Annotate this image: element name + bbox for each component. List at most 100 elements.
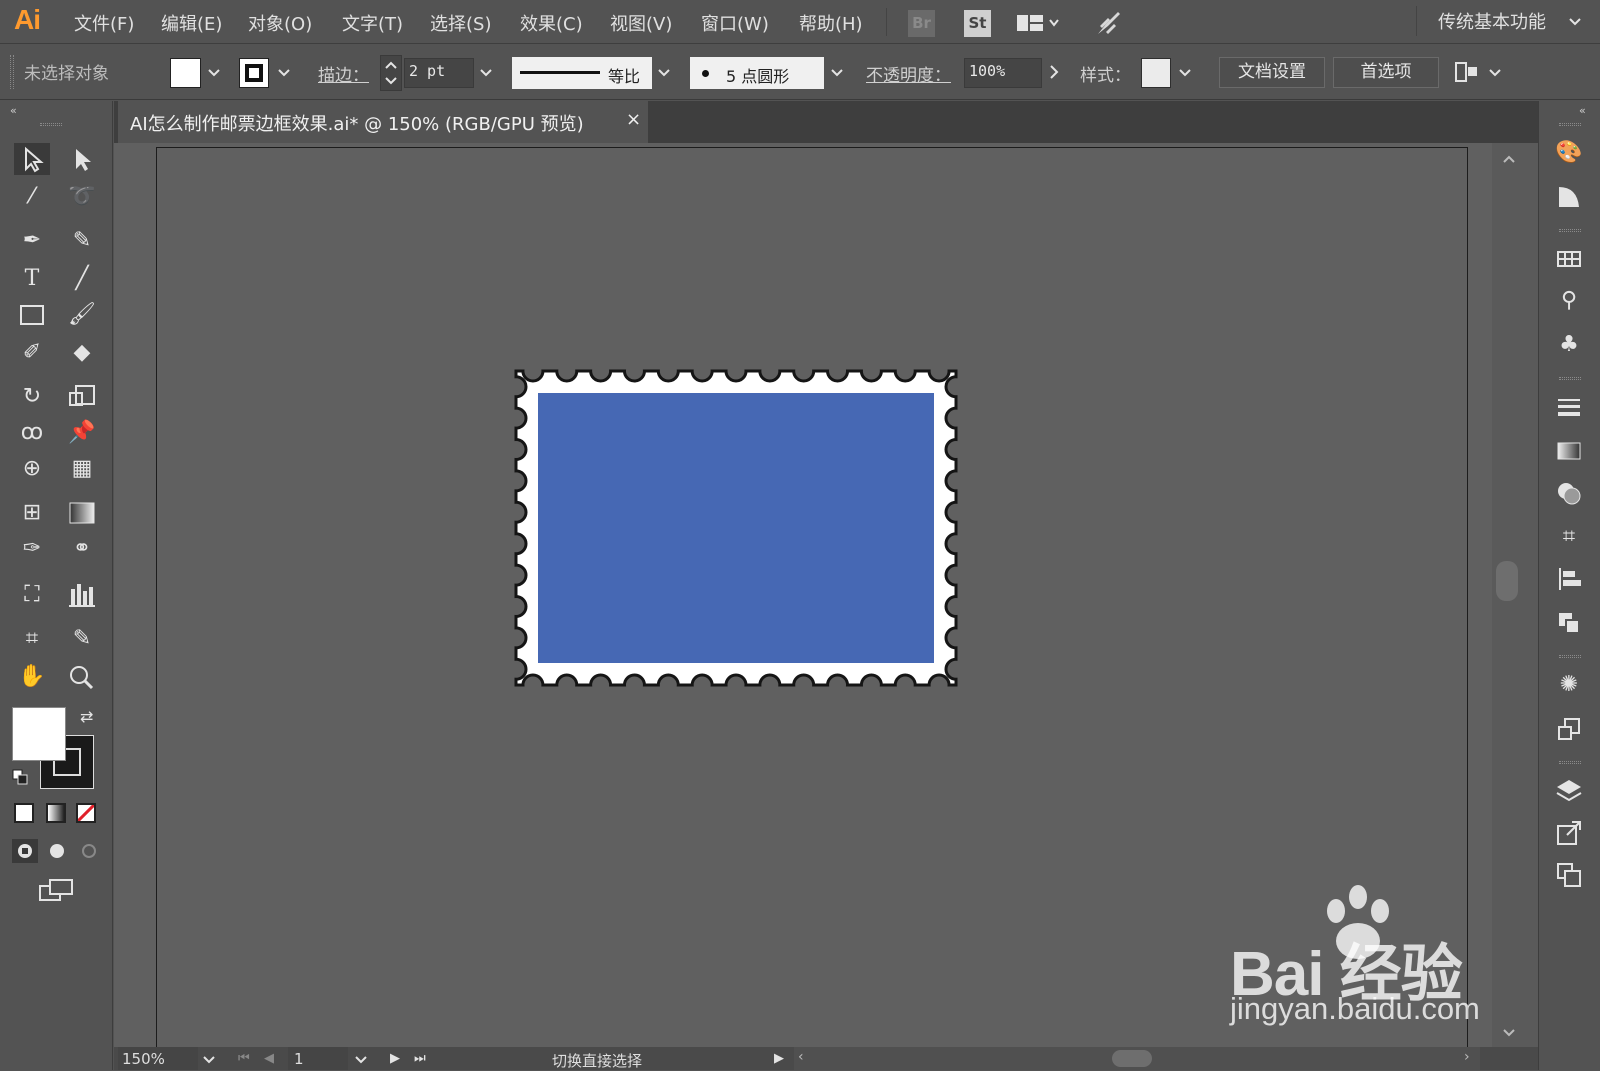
symbol-sprayer-tool[interactable]: ⛶ [14, 579, 50, 611]
chevron-down-icon[interactable] [354, 1052, 368, 1066]
menu-view[interactable]: 视图(V) [610, 10, 672, 36]
shaper-tool[interactable]: ✐ [14, 337, 50, 369]
preferences-button[interactable]: 首选项 [1333, 57, 1439, 88]
rectangle-tool[interactable] [14, 299, 50, 331]
vertical-scroll-thumb[interactable] [1496, 561, 1518, 601]
zoom-field[interactable]: 150% [118, 1047, 198, 1070]
arrange-documents-button[interactable] [1016, 12, 1062, 34]
asset-export-panel-button[interactable] [1553, 817, 1585, 849]
shape-builder-tool[interactable]: ⊕ [14, 453, 50, 485]
panel-grip[interactable] [1559, 123, 1581, 126]
chevron-right-icon[interactable] [1047, 64, 1061, 80]
magic-wand-tool[interactable]: ⁄ [14, 181, 50, 213]
gpu-performance-button[interactable] [1094, 8, 1124, 38]
scroll-left-arrow-icon[interactable]: ‹ [798, 1049, 804, 1065]
collapse-panel-icon[interactable]: « [10, 104, 17, 117]
status-menu-arrow-icon[interactable]: ▶ [774, 1051, 784, 1066]
stroke-weight-field[interactable]: 2 pt [404, 58, 474, 88]
stroke-weight-stepper[interactable] [380, 55, 402, 91]
menu-edit[interactable]: 编辑(E) [161, 10, 222, 36]
scale-tool[interactable] [64, 381, 100, 413]
menu-object[interactable]: 对象(O) [248, 10, 312, 36]
curvature-tool[interactable]: ✎ [64, 225, 100, 257]
workspace-switcher-label[interactable]: 传统基本功能 [1438, 8, 1546, 34]
draw-normal-button[interactable] [12, 839, 38, 863]
selection-tool[interactable] [14, 143, 50, 175]
color-guide-panel-button[interactable] [1553, 181, 1585, 213]
graphic-styles-panel-button[interactable] [1553, 713, 1585, 745]
panel-grip[interactable] [1559, 377, 1581, 380]
warp-tool[interactable]: ꝏ [14, 417, 50, 449]
type-tool[interactable]: T [14, 263, 50, 295]
panel-grip[interactable] [1559, 761, 1581, 764]
rotate-tool[interactable]: ↻ [14, 381, 50, 413]
none-mode-button[interactable] [76, 803, 96, 823]
variable-width-profile-dropdown[interactable]: 等比 [512, 57, 652, 89]
fill-swatch[interactable] [170, 58, 201, 88]
close-tab-icon[interactable]: × [626, 109, 641, 130]
appearance-panel-button[interactable]: ✺ [1553, 669, 1585, 701]
chevron-down-icon[interactable] [207, 65, 221, 79]
chevron-down-icon[interactable] [479, 65, 493, 79]
scroll-up-arrow-icon[interactable] [1502, 149, 1516, 163]
menu-type[interactable]: 文字(T) [342, 10, 403, 36]
bridge-button[interactable]: Br [908, 10, 935, 37]
previous-artboard-icon[interactable]: ◀ [264, 1051, 274, 1066]
default-fill-stroke-icon[interactable] [12, 769, 28, 785]
mesh-tool[interactable]: ⊞ [14, 497, 50, 529]
stamp-artwork[interactable] [506, 361, 966, 695]
gradient-panel-button[interactable] [1553, 435, 1585, 467]
last-artboard-icon[interactable]: ⏭ [414, 1051, 426, 1066]
transparency-panel-button[interactable] [1553, 477, 1585, 509]
menu-help[interactable]: 帮助(H) [799, 10, 863, 36]
chevron-down-icon[interactable] [657, 65, 671, 79]
opacity-label[interactable]: 不透明度： [866, 61, 951, 86]
slice-tool[interactable]: ✎ [64, 623, 100, 655]
first-artboard-icon[interactable]: ⏮ [238, 1051, 250, 1066]
swatches-panel-button[interactable] [1553, 243, 1585, 275]
horizontal-scrollbar[interactable]: ‹ › [794, 1047, 1480, 1070]
line-segment-tool[interactable]: ╱ [64, 263, 100, 295]
canvas-area[interactable]: Bai 经验 jingyan.baidu.com [114, 143, 1538, 1047]
stroke-panel-button[interactable] [1553, 391, 1585, 423]
panel-grip[interactable] [1559, 655, 1581, 658]
panel-grip[interactable] [40, 123, 62, 126]
symbols-panel-button[interactable]: ♣ [1553, 329, 1585, 361]
chevron-down-icon[interactable] [277, 65, 291, 79]
next-artboard-icon[interactable]: ▶ [390, 1051, 400, 1066]
artboard-tool[interactable]: ⌗ [14, 623, 50, 655]
arrange-panel-button[interactable] [1454, 59, 1480, 85]
perspective-grid-tool[interactable]: ▦ [64, 453, 100, 485]
menu-select[interactable]: 选择(S) [430, 10, 491, 36]
pen-tool[interactable]: ✒ [14, 225, 50, 257]
gradient-mode-button[interactable] [46, 803, 66, 823]
color-panel-button[interactable]: 🎨 [1553, 137, 1585, 169]
vertical-scrollbar[interactable] [1492, 143, 1538, 1047]
eyedropper-tool[interactable]: ✑ [14, 533, 50, 565]
scroll-down-arrow-icon[interactable] [1502, 1023, 1516, 1037]
layers-panel-button[interactable] [1553, 775, 1585, 807]
chevron-down-icon[interactable] [1488, 65, 1502, 79]
expand-panels-icon[interactable]: « [1579, 104, 1586, 117]
align-panel-button[interactable] [1553, 563, 1585, 595]
control-bar-grip[interactable] [10, 55, 14, 89]
gradient-tool[interactable] [64, 497, 100, 529]
graphic-style-swatch[interactable] [1141, 58, 1171, 88]
draw-behind-button[interactable] [44, 839, 70, 863]
zoom-tool[interactable] [64, 661, 100, 693]
document-setup-button[interactable]: 文档设置 [1219, 57, 1325, 88]
lasso-tool[interactable]: ➰ [64, 181, 100, 213]
stroke-label[interactable]: 描边： [318, 61, 369, 86]
menu-file[interactable]: 文件(F) [74, 10, 134, 36]
change-screen-mode-button[interactable] [38, 877, 76, 903]
artboards-panel-button[interactable] [1553, 859, 1585, 891]
eraser-tool[interactable]: ◆ [64, 337, 100, 369]
direct-selection-tool[interactable] [64, 143, 100, 175]
paintbrush-tool[interactable]: 🖌 [64, 299, 100, 331]
scroll-right-arrow-icon[interactable]: › [1464, 1049, 1470, 1065]
column-graph-tool[interactable] [64, 579, 100, 611]
fill-color-box[interactable] [12, 707, 66, 761]
stroke-swatch[interactable] [239, 58, 269, 88]
panel-grip[interactable] [1559, 229, 1581, 232]
hand-tool[interactable]: ✋ [14, 661, 50, 693]
